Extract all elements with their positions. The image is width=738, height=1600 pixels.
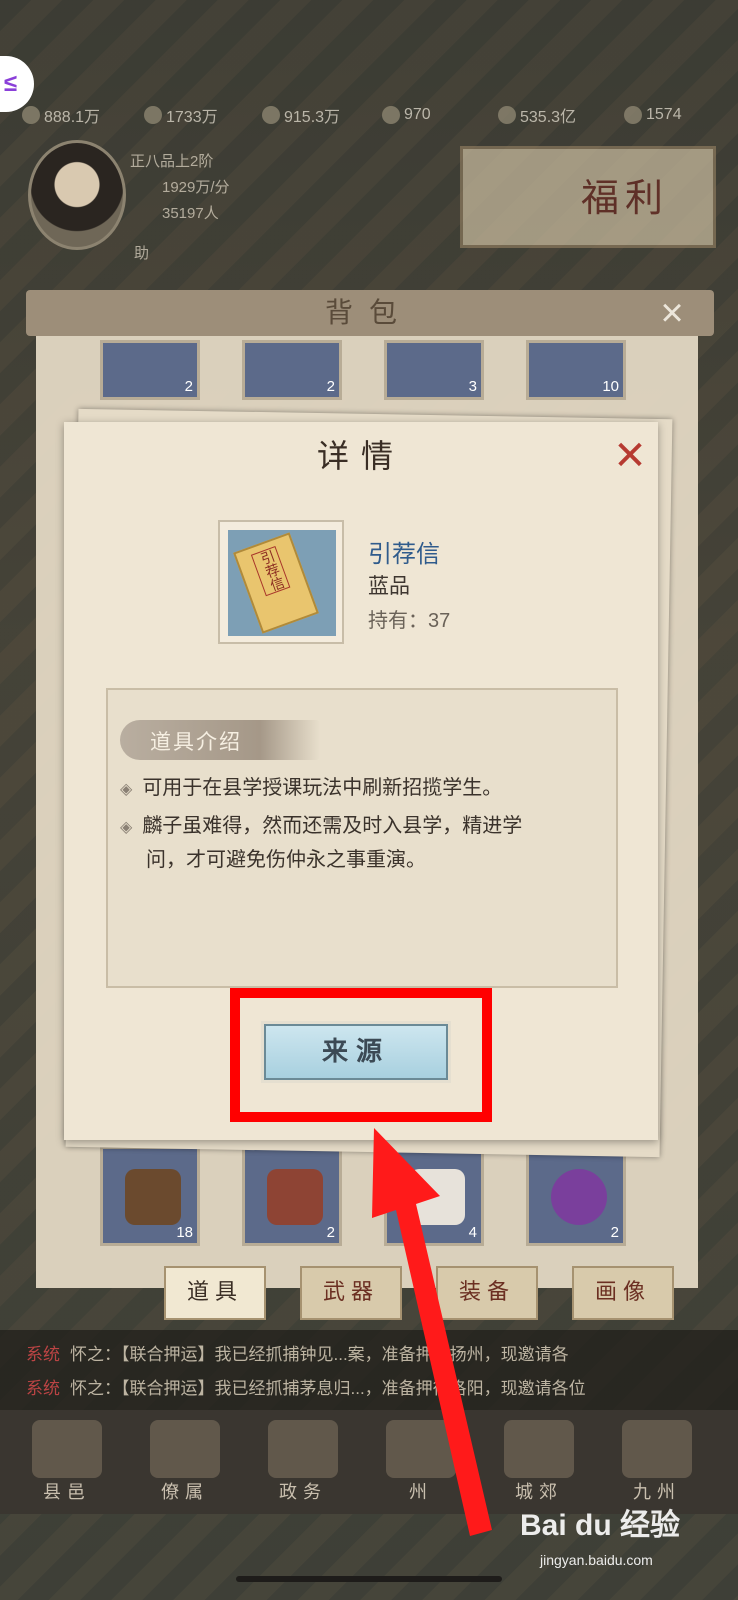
- silk-item-icon: [267, 1169, 323, 1225]
- leather-item-icon: [125, 1169, 181, 1225]
- bag-slot[interactable]: 2: [242, 340, 342, 400]
- detail-close-icon[interactable]: ✕: [608, 434, 652, 478]
- suburbs-icon: [504, 1420, 574, 1478]
- chat-line: 系统 怀之：【联合押运】我已经抓捕钟见...案，准备押往扬州，现邀请各: [26, 1345, 569, 1364]
- welfare-banner[interactable]: 福利: [460, 146, 716, 248]
- item-name: 引荐信: [368, 540, 440, 568]
- money-icon: [498, 106, 516, 124]
- player-rank: 正八品上2阶: [130, 153, 214, 170]
- resource-soldiers: 915.3万: [262, 102, 340, 128]
- item-grade: 蓝品: [368, 575, 410, 598]
- home-indicator[interactable]: [236, 1576, 502, 1582]
- tab-items[interactable]: 道具: [164, 1266, 266, 1320]
- tab-portraits[interactable]: 画像: [572, 1266, 674, 1320]
- coin-icon: [22, 106, 40, 124]
- bag-slot[interactable]: 2: [242, 1146, 342, 1246]
- nav-county[interactable]: 县邑: [22, 1420, 112, 1504]
- tab-weapons[interactable]: 武器: [300, 1266, 402, 1320]
- nav-affairs[interactable]: 政务: [258, 1420, 348, 1504]
- tab-equipment[interactable]: 装备: [436, 1266, 538, 1320]
- staff-icon: [150, 1420, 220, 1478]
- bag-slot[interactable]: 18: [100, 1146, 200, 1246]
- prefecture-icon: [386, 1420, 456, 1478]
- bag-slot[interactable]: 3: [384, 340, 484, 400]
- bag-slot[interactable]: 2: [526, 1146, 626, 1246]
- bag-slot[interactable]: 4: [384, 1146, 484, 1246]
- paper-item-icon: [409, 1169, 465, 1225]
- player-income: 1929万/分: [162, 179, 230, 196]
- nav-staff[interactable]: 僚属: [140, 1420, 230, 1504]
- affairs-icon: [268, 1420, 338, 1478]
- resource-silver: 888.1万: [22, 102, 100, 128]
- bag-slot[interactable]: 2: [100, 340, 200, 400]
- watermark-url: jingyan.baidu.com: [540, 1552, 653, 1568]
- bag-slot[interactable]: 10: [526, 340, 626, 400]
- diamond-bullet-icon: ◈: [120, 819, 133, 836]
- detail-title: 详情: [316, 437, 405, 475]
- jade-icon: [624, 106, 642, 124]
- soldier-icon: [262, 106, 280, 124]
- description-line: ◈ 可用于在县学授课玩法中刷新招揽学生。: [120, 777, 503, 799]
- description-line: 问，才可避免伤仲永之事重演。: [146, 849, 426, 871]
- resource-gold: 970: [382, 102, 431, 128]
- player-help[interactable]: 助: [134, 242, 149, 263]
- watermark-brand: Bai du 经验: [520, 1509, 681, 1542]
- item-owned-count: 持有：37: [368, 610, 451, 632]
- bag-title: 背包: [324, 296, 413, 329]
- gold-icon: [382, 106, 400, 124]
- nav-nine-provinces[interactable]: 九州: [612, 1420, 702, 1504]
- nav-prefecture[interactable]: 州: [376, 1420, 466, 1504]
- nav-suburbs[interactable]: 城郊: [494, 1420, 584, 1504]
- highlight-box: [230, 988, 492, 1122]
- description-line: ◈ 麟子虽难得，然而还需及时入县学，精进学: [120, 815, 523, 837]
- section-label: 道具介绍: [120, 720, 320, 760]
- player-avatar[interactable]: [28, 140, 126, 250]
- nine-provinces-icon: [622, 1420, 692, 1478]
- resource-jade: 1574: [624, 102, 682, 128]
- resource-grain: 1733万: [144, 102, 218, 128]
- resource-money: 535.3亿: [498, 102, 576, 128]
- county-icon: [32, 1420, 102, 1478]
- chat-line: 系统 怀之：【联合押运】我已经抓捕茅息归...，准备押往洛阳，现邀请各位: [26, 1379, 586, 1398]
- diamond-bullet-icon: ◈: [120, 781, 133, 798]
- player-population: 35197人: [162, 205, 219, 222]
- orb-item-icon: [551, 1169, 607, 1225]
- grain-icon: [144, 106, 162, 124]
- bag-close-icon[interactable]: ×: [650, 292, 694, 334]
